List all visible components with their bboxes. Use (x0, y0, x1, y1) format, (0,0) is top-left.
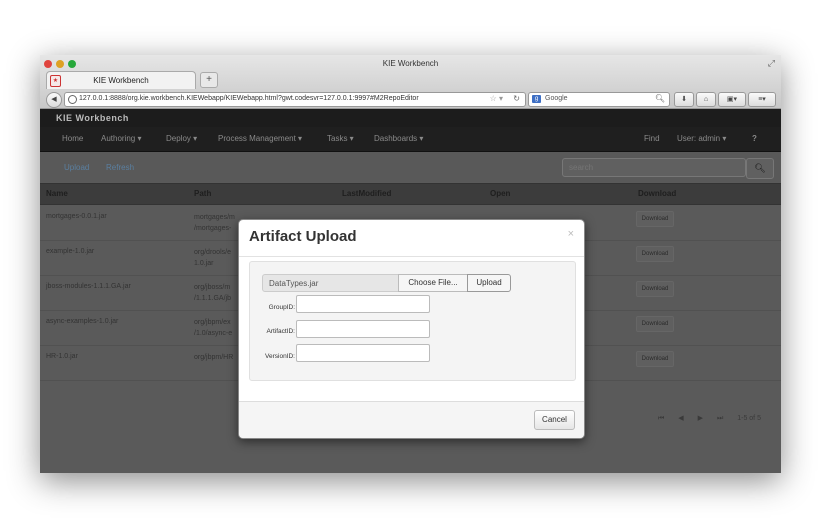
browser-tab[interactable]: ★ KIE Workbench (46, 71, 196, 89)
column-header-name[interactable]: Name (46, 189, 68, 198)
artifact-path-line: 1.0.jar (194, 260, 214, 267)
artifact-path-line: /1.1.1.GA/jb (194, 295, 231, 302)
artifact-path: mortgages/m /mortgages- (194, 212, 235, 234)
fullscreen-icon[interactable]: ⤢ (768, 58, 775, 69)
new-tab-button[interactable]: + (200, 72, 218, 88)
column-header-lastmodified[interactable]: LastModified (342, 189, 391, 198)
prev-page-icon[interactable]: ◀ (678, 415, 683, 422)
extensions-button[interactable]: ≡▾ (748, 92, 776, 107)
artifact-path-line: org/jbpm/HR (194, 354, 234, 361)
globe-icon (68, 95, 77, 104)
group-id-field[interactable] (296, 295, 430, 313)
artifact-path: org/jbpm/ex /1.0/async-e (194, 317, 232, 339)
choose-file-button[interactable]: Choose File... (398, 274, 468, 292)
nav-user-menu[interactable]: User: admin ▾ (677, 134, 726, 143)
artifact-path-line: org/jboss/m (194, 284, 231, 291)
download-button[interactable]: Download (636, 211, 674, 227)
dialog-footer: Cancel (239, 401, 584, 438)
refresh-link[interactable]: Refresh (106, 163, 134, 172)
artifact-path-line: org/jbpm/ex (194, 319, 231, 326)
home-button[interactable]: ⌂ (696, 92, 716, 107)
version-id-field[interactable] (296, 344, 430, 362)
repo-toolbar: Upload Refresh 🔍︎ (40, 152, 781, 182)
selected-file-name: DataTypes.jar (269, 279, 319, 288)
downloads-button[interactable]: ⬇ (674, 92, 694, 107)
nav-home[interactable]: Home (62, 134, 83, 143)
column-header-path[interactable]: Path (194, 189, 211, 198)
upload-form: DataTypes.jar Choose File... Upload Grou… (249, 261, 576, 381)
selected-file-field: DataTypes.jar (262, 274, 399, 292)
help-icon[interactable]: ? (752, 134, 757, 143)
download-button[interactable]: Download (636, 316, 674, 332)
artifact-path-line: /1.0/async-e (194, 330, 233, 337)
table-header: Name Path LastModified Open Download (40, 183, 781, 205)
artifact-upload-dialog: Artifact Upload × DataTypes.jar Choose F… (238, 219, 585, 439)
app-brand-bar: KIE Workbench (40, 109, 781, 127)
pagination: ⏮ ◀ ▶ ⏭ 1-5 of 5 (658, 414, 773, 423)
artifact-id-field[interactable] (296, 320, 430, 338)
address-bar[interactable]: 127.0.0.1:8888/org.kie.workbench.KIEWeba… (64, 92, 526, 107)
artifact-id-label: ArtifactID: (266, 328, 295, 335)
artifact-name: jboss-modules-1.1.1.GA.jar (46, 283, 131, 290)
artifact-path-line: mortgages/m (194, 214, 235, 221)
version-id-label: VersionID: (265, 353, 295, 360)
artifact-search-box (562, 158, 746, 177)
search-icon: 🔍︎ (654, 94, 665, 103)
group-id-label: GroupID: (268, 304, 295, 311)
bookmark-star-icon[interactable]: ☆ ▾ (490, 94, 503, 103)
google-icon: g (532, 95, 541, 103)
column-header-open[interactable]: Open (490, 189, 510, 198)
next-page-icon[interactable]: ▶ (698, 415, 703, 422)
artifact-name: async-examples-1.0.jar (46, 318, 119, 325)
artifact-name: HR-1.0.jar (46, 353, 78, 360)
upload-button[interactable]: Upload (467, 274, 511, 292)
main-nav: Home Authoring ▾ Deploy ▾ Process Manage… (40, 127, 781, 152)
upload-link[interactable]: Upload (64, 163, 89, 172)
artifact-path-line: /mortgages- (194, 225, 232, 232)
artifact-name: mortgages-0.0.1.jar (46, 213, 107, 220)
close-icon[interactable]: × (568, 228, 574, 240)
artifact-path: org/jboss/m /1.1.1.GA/jb (194, 282, 231, 304)
address-bar-url: 127.0.0.1:8888/org.kie.workbench.KIEWeba… (79, 95, 419, 102)
search-button[interactable]: 🔍︎ (746, 158, 774, 179)
dialog-header: Artifact Upload × (239, 220, 584, 257)
artifact-search-input[interactable] (569, 162, 729, 173)
download-button[interactable]: Download (636, 351, 674, 367)
browser-search-field[interactable]: g Google 🔍︎ (528, 92, 670, 107)
window-title: KIE Workbench (382, 59, 439, 68)
page-range: 1-5 of 5 (737, 415, 761, 422)
nav-process-management[interactable]: Process Management ▾ (218, 134, 302, 143)
back-button[interactable]: ◀ (46, 92, 62, 108)
nav-find[interactable]: Find (644, 134, 660, 143)
dialog-title: Artifact Upload (249, 228, 357, 245)
last-page-icon[interactable]: ⏭ (717, 415, 723, 422)
nav-deploy[interactable]: Deploy ▾ (166, 134, 197, 143)
nav-tasks[interactable]: Tasks ▾ (327, 134, 354, 143)
browser-tab-label: KIE Workbench (93, 76, 149, 85)
cancel-button[interactable]: Cancel (534, 410, 575, 430)
artifact-path-line: org/drools/e (194, 249, 231, 256)
artifact-name: example-1.0.jar (46, 248, 95, 255)
app-brand: KIE Workbench (56, 113, 129, 123)
browser-titlebar: KIE Workbench ⤢ ★ KIE Workbench + ◀ 127.… (40, 55, 781, 109)
column-header-download[interactable]: Download (638, 189, 676, 198)
artifact-path: org/jbpm/HR (194, 352, 233, 363)
first-page-icon[interactable]: ⏮ (658, 415, 664, 422)
download-button[interactable]: Download (636, 246, 674, 262)
screen-button[interactable]: ▣▾ (718, 92, 746, 107)
reload-icon[interactable]: ↻ (513, 94, 520, 103)
artifact-path: org/drools/e 1.0.jar (194, 247, 231, 269)
download-button[interactable]: Download (636, 281, 674, 297)
browser-search-placeholder: Google (545, 95, 568, 102)
nav-dashboards[interactable]: Dashboards ▾ (374, 134, 423, 143)
nav-authoring[interactable]: Authoring ▾ (101, 134, 141, 143)
